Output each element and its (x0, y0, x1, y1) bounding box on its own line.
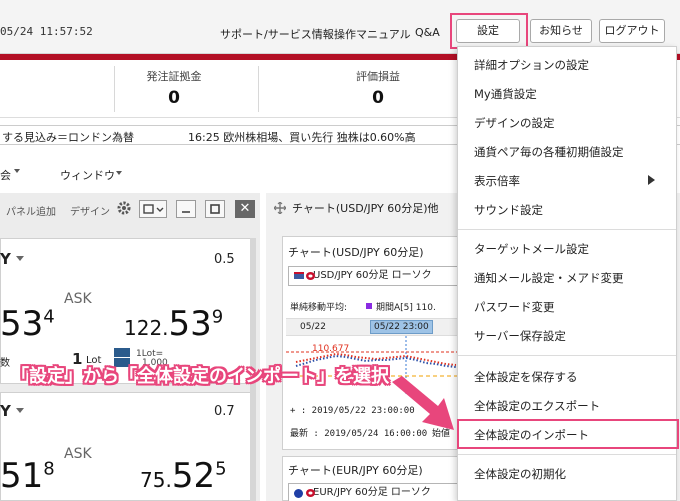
menu-separator (458, 229, 676, 230)
pair-name[interactable]: Y (0, 250, 11, 268)
quantity-label: 数 (0, 358, 10, 369)
menu-item-sound[interactable]: サウンド設定 (474, 202, 543, 218)
maximize-button[interactable] (205, 200, 225, 218)
chart-panel-title: チャート(USD/JPY 60分足)他 (292, 202, 439, 215)
settings-highlight (450, 13, 528, 49)
crosshair-price: 110.677 (312, 344, 350, 354)
summary-pnl-label: 評価損益 (356, 70, 400, 83)
menu-item-zoom[interactable]: 表示倍率 (474, 173, 520, 189)
indicator-label: 単純移動平均: (290, 303, 348, 313)
ask-price-big: 52 (171, 456, 216, 496)
ask-price[interactable]: 75.525 (140, 456, 227, 496)
bid-price[interactable]: 518 (0, 456, 55, 496)
chevron-down-icon (16, 256, 24, 261)
eu-flag-icon (294, 489, 303, 498)
summary-margin: 発注証拠金 0 (114, 68, 234, 108)
chart-title: チャート(EUR/JPY 60分足) (288, 464, 423, 477)
clock-timestamp: 05/24 11:57:52 (0, 25, 93, 38)
spread-value: 0.7 (214, 404, 235, 419)
menu-item-my-currency[interactable]: My通貨設定 (474, 86, 537, 102)
spread-value: 0.5 (214, 252, 235, 267)
menu-item-partial[interactable]: 会 (0, 167, 11, 183)
design-button[interactable]: デザイン (70, 203, 110, 218)
logout-button[interactable]: ログアウト (599, 19, 665, 43)
summary-margin-label: 発注証拠金 (146, 70, 202, 83)
layout-select[interactable] (139, 200, 167, 218)
add-panel-button[interactable]: パネル追加 (6, 203, 56, 218)
ask-price-big: 53 (168, 304, 212, 344)
bid-price-pip: 4 (43, 306, 55, 328)
indicator-color-swatch (366, 303, 372, 309)
bid-price[interactable]: 534 (0, 304, 55, 344)
summary-margin-value: 0 (168, 88, 180, 108)
menu-item-export-all[interactable]: 全体設定のエクスポート (474, 398, 600, 414)
menu-item-server-save[interactable]: サーバー保存設定 (474, 328, 566, 344)
minimize-button[interactable] (176, 200, 196, 218)
pair-name[interactable]: Y (0, 402, 11, 420)
import-highlight (457, 419, 679, 449)
crosshair-date: 05/22 23:00 (370, 320, 433, 334)
date-axis-label: 05/22 (300, 322, 326, 332)
nav-faq-link[interactable]: Q&A (415, 26, 440, 39)
jp-flag-icon (306, 489, 315, 497)
ticker-headline-left[interactable]: する見込み＝ロンドン為替 (2, 129, 134, 145)
menu-item-detail-options[interactable]: 詳細オプションの設定 (474, 57, 589, 73)
nav-manual-link[interactable]: 操作マニュアル (334, 26, 411, 42)
ask-price-prefix: 75. (140, 468, 172, 492)
quantity-up-icon[interactable] (114, 348, 130, 357)
ask-label: ASK (64, 291, 92, 307)
nav-support-link[interactable]: サポート/サービス情報 (220, 26, 334, 42)
annotation-caption: 「設定」から「全体設定のインポート」を選択 (11, 366, 389, 387)
close-icon: ✕ (239, 201, 251, 216)
menu-item-window[interactable]: ウィンドウ (60, 167, 115, 183)
menu-item-notify-mail[interactable]: 通知メール設定・メアド変更 (474, 270, 624, 286)
summary-pnl: 評価損益 0 (318, 68, 438, 108)
close-panel-button[interactable]: ✕ (235, 200, 255, 218)
ask-label: ASK (64, 446, 92, 462)
submenu-arrow-icon (648, 175, 655, 185)
chevron-down-icon (16, 408, 24, 413)
chart-title: チャート(USD/JPY 60分足) (288, 246, 424, 259)
menu-item-pair-defaults[interactable]: 通貨ペア毎の各種初期値設定 (474, 144, 624, 160)
menu-separator (458, 355, 676, 356)
chevron-down-icon (14, 169, 20, 173)
menu-item-save-all[interactable]: 全体設定を保存する (474, 369, 578, 385)
bid-price-big: 51 (0, 456, 44, 496)
menu-item-reset-all[interactable]: 全体設定の初期化 (474, 466, 566, 482)
indicator-value: 期間A[5] 110. (376, 303, 436, 313)
ask-price-pip: 5 (215, 458, 227, 480)
menu-item-design[interactable]: デザインの設定 (474, 115, 555, 131)
gear-icon[interactable] (116, 200, 132, 216)
move-handle-icon[interactable] (273, 201, 287, 215)
menu-item-target-mail[interactable]: ターゲットメール設定 (474, 241, 589, 257)
annotation-arrow (392, 376, 454, 430)
jp-flag-icon (306, 272, 315, 280)
summary-pnl-value: 0 (372, 88, 384, 108)
ask-price[interactable]: 122.539 (124, 304, 223, 344)
notice-button[interactable]: お知らせ (530, 19, 592, 43)
menu-item-password[interactable]: パスワード変更 (474, 299, 555, 315)
summary-divider (258, 66, 259, 112)
bid-price-big: 53 (0, 304, 44, 344)
menu-separator (458, 454, 676, 455)
us-flag-icon (294, 272, 304, 279)
ask-price-pip: 9 (211, 306, 224, 328)
ask-price-prefix: 122. (124, 316, 169, 340)
ticker-headline-right[interactable]: 16:25 欧州株相場、買い先行 独株は0.60%高 (188, 129, 416, 145)
bid-price-pip: 8 (43, 458, 55, 480)
chevron-down-icon (116, 171, 122, 175)
